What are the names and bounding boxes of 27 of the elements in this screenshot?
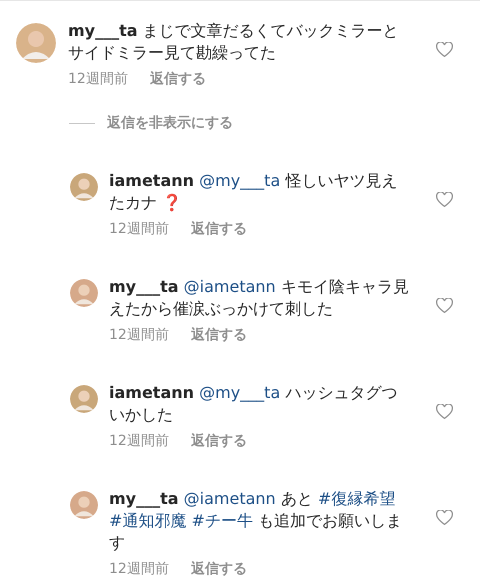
- mention-link[interactable]: @iametann: [184, 489, 276, 508]
- comment-time: 12週間前: [109, 220, 169, 238]
- comment-text: iametann @my___ta ハッシュタグついかした: [109, 382, 398, 426]
- heart-icon[interactable]: [436, 192, 453, 208]
- comment-text: my___ta @iametann キモイ陰キャラ見えたから催涙ぶっかけて刺した: [109, 276, 410, 320]
- heart-icon[interactable]: [436, 298, 453, 314]
- comment-time: 12週間前: [109, 326, 169, 344]
- hashtag-link[interactable]: #通知邪魔: [109, 511, 186, 530]
- avatar-icon[interactable]: [70, 491, 98, 519]
- comment-time: 12週間前: [68, 70, 128, 88]
- hashtag-link[interactable]: #チー牛: [192, 511, 253, 530]
- heart-icon[interactable]: [436, 42, 453, 58]
- avatar-icon[interactable]: [70, 385, 98, 413]
- heart-icon[interactable]: [436, 404, 453, 420]
- mention-link[interactable]: @my___ta: [199, 383, 280, 402]
- comment-text: my___ta @iametann あと #復縁希望 #通知邪魔 #チー牛 も追加でお願いします: [109, 488, 403, 554]
- comment-time: 12週間前: [109, 432, 169, 450]
- heart-icon[interactable]: [436, 510, 453, 526]
- hashtag-link[interactable]: #復縁希望: [318, 489, 396, 508]
- mention-link[interactable]: @my___ta: [199, 171, 280, 190]
- mention-link[interactable]: @iametann: [184, 277, 276, 296]
- comment-time: 12週間前: [109, 560, 169, 577]
- avatar-icon[interactable]: [70, 279, 98, 307]
- comment-text: my___ta まじで文章だるくてバックミラーとサイドミラー見て勘繰ってた: [68, 20, 400, 64]
- avatar-icon[interactable]: [70, 173, 98, 201]
- comment-text: iametann @my___ta 怪しいヤツ見えたカナ ❓: [109, 170, 398, 214]
- avatar-icon[interactable]: [16, 23, 56, 63]
